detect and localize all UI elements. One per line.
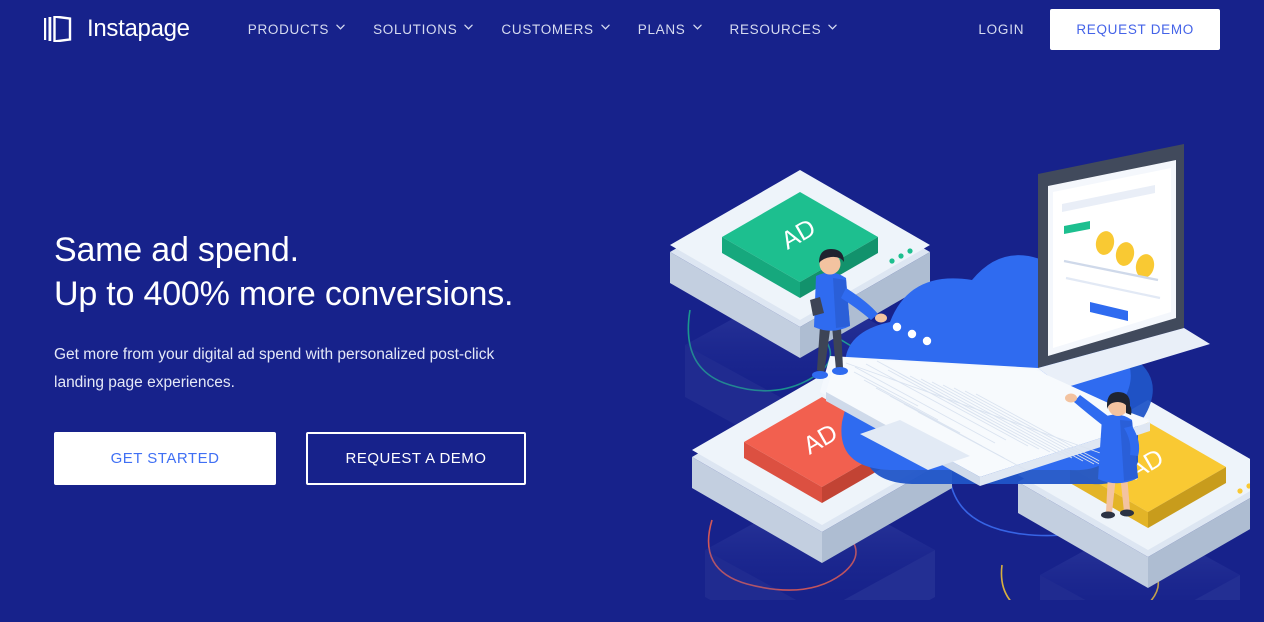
isometric-ad-cloud-laptop-illustration: AD AD AD (670, 144, 1250, 600)
brand-name: Instapage (87, 15, 190, 42)
request-a-demo-button[interactable]: REQUEST A DEMO (306, 431, 526, 485)
chevron-down-icon (692, 24, 702, 33)
hero-content: Same ad spend. Up to 400% more conversio… (54, 228, 614, 485)
chevron-down-icon (464, 24, 474, 33)
chevron-down-icon (601, 24, 610, 33)
instapage-logo-icon (44, 15, 78, 43)
chevron-down-icon (336, 24, 345, 33)
hero-cta-group: GET STARTED REQUEST A DEMO (54, 431, 614, 485)
nav-label-customers: CUSTOMERS (501, 21, 594, 37)
hero-subheadline: Get more from your digital ad spend with… (54, 346, 495, 391)
nav-label-products: PRODUCTS (247, 21, 330, 37)
site-header: Instapage PRODUCTS SOLUTIONS CUSTOMERS P… (0, 0, 1264, 58)
nav-item-plans[interactable]: PLANS (624, 14, 716, 45)
request-demo-button[interactable]: REQUEST DEMO (1050, 8, 1220, 50)
hero-headline-line2: Up to 400% more conversions. (54, 275, 514, 314)
nav-label-plans: PLANS (637, 21, 686, 37)
hero-illustration: AD AD AD (650, 130, 1250, 600)
hero-page: Instapage PRODUCTS SOLUTIONS CUSTOMERS P… (0, 0, 1264, 622)
login-link[interactable]: LOGIN (978, 22, 1024, 37)
nav-item-customers[interactable]: CUSTOMERS (487, 14, 623, 45)
main-navigation: PRODUCTS SOLUTIONS CUSTOMERS PLANS RESOU… (234, 14, 852, 45)
header-actions: LOGIN REQUEST DEMO (978, 8, 1220, 50)
nav-label-solutions: SOLUTIONS (373, 21, 458, 37)
hero-headline: Same ad spend. Up to 400% more conversio… (54, 228, 614, 316)
nav-item-resources[interactable]: RESOURCES (716, 14, 852, 45)
hero-headline-line1: Same ad spend. (54, 231, 299, 269)
get-started-button[interactable]: GET STARTED (54, 431, 276, 485)
chevron-down-icon (828, 24, 838, 33)
brand-logo[interactable]: Instapage (44, 15, 190, 43)
nav-item-solutions[interactable]: SOLUTIONS (359, 14, 487, 45)
nav-item-products[interactable]: PRODUCTS (234, 14, 359, 45)
nav-label-resources: RESOURCES (729, 21, 822, 37)
